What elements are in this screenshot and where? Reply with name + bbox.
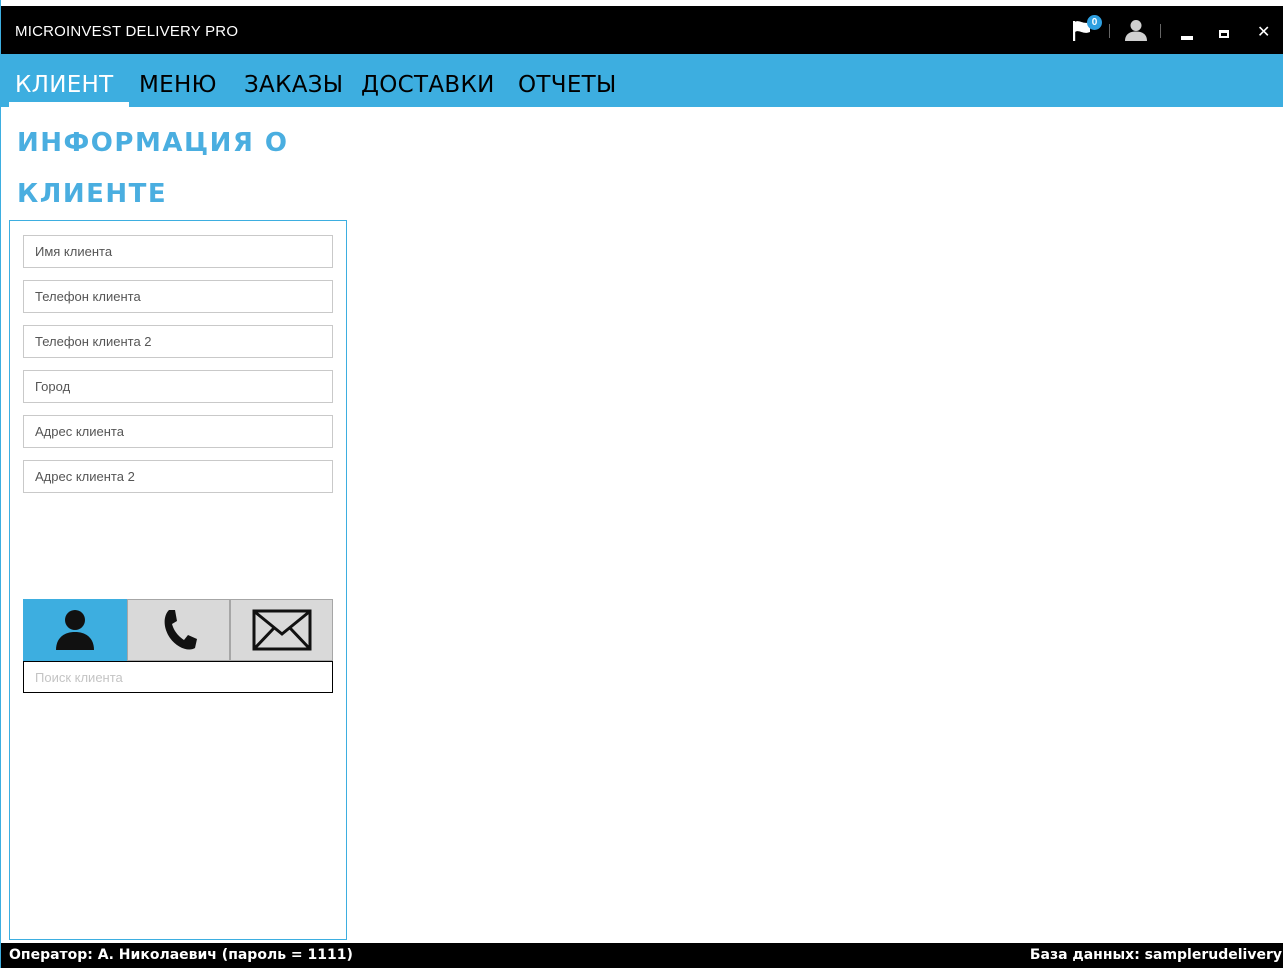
app-title: MICROINVEST DELIVERY PRO xyxy=(15,23,239,40)
operator-label: Оператор: А. Николаевич (пароль = 1111) xyxy=(9,947,353,963)
phone-icon xyxy=(164,610,197,650)
client-phone-field[interactable] xyxy=(23,280,333,313)
close-button[interactable]: ✕ xyxy=(1257,24,1273,40)
client-phone2-field[interactable] xyxy=(23,325,333,358)
toolbar-divider xyxy=(1109,24,1110,38)
menu-item-deliveries[interactable]: ДОСТАВКИ xyxy=(361,72,495,98)
client-name-field[interactable] xyxy=(23,235,333,268)
city-field[interactable] xyxy=(23,370,333,403)
notifications-button[interactable]: 0 xyxy=(1072,15,1102,42)
minimize-button[interactable] xyxy=(1181,36,1193,40)
title-bar: MICROINVEST DELIVERY PRO 0 ✕ xyxy=(1,6,1283,54)
user-button[interactable] xyxy=(1124,19,1148,41)
maximize-button[interactable] xyxy=(1219,30,1229,38)
notification-badge: 0 xyxy=(1087,15,1102,30)
client-info-panel xyxy=(9,220,347,940)
main-menu: КЛИЕНТ МЕНЮ ЗАКАЗЫ ДОСТАВКИ ОТЧЕТЫ xyxy=(1,54,1283,107)
person-icon xyxy=(56,610,94,650)
client-address-field[interactable] xyxy=(23,415,333,448)
status-bar: Оператор: А. Николаевич (пароль = 1111) … xyxy=(1,943,1283,968)
active-tab-indicator xyxy=(9,102,129,107)
user-icon xyxy=(1125,20,1147,41)
database-label: База данных: samplerudelivery xyxy=(1029,947,1282,963)
menu-item-orders[interactable]: ЗАКАЗЫ xyxy=(244,72,343,98)
app-window: MICROINVEST DELIVERY PRO 0 ✕ КЛИЕНТ МЕНЮ… xyxy=(0,0,1283,968)
toolbar-divider xyxy=(1160,24,1161,38)
search-by-email-button[interactable] xyxy=(230,599,333,661)
section-title-line: ИНФОРМАЦИЯ О xyxy=(17,128,289,158)
menu-item-reports[interactable]: ОТЧЕТЫ xyxy=(518,72,617,98)
envelope-icon xyxy=(252,609,311,651)
menu-item-menu[interactable]: МЕНЮ xyxy=(139,72,217,98)
search-by-name-button[interactable] xyxy=(23,599,127,661)
client-search-input[interactable] xyxy=(23,661,333,693)
section-title-line: КЛИЕНТЕ xyxy=(17,179,168,209)
client-address2-field[interactable] xyxy=(23,460,333,493)
section-title: ИНФОРМАЦИЯ О КЛИЕНТЕ xyxy=(17,118,347,220)
menu-item-client[interactable]: КЛИЕНТ xyxy=(15,72,114,98)
search-by-phone-button[interactable] xyxy=(127,599,230,661)
